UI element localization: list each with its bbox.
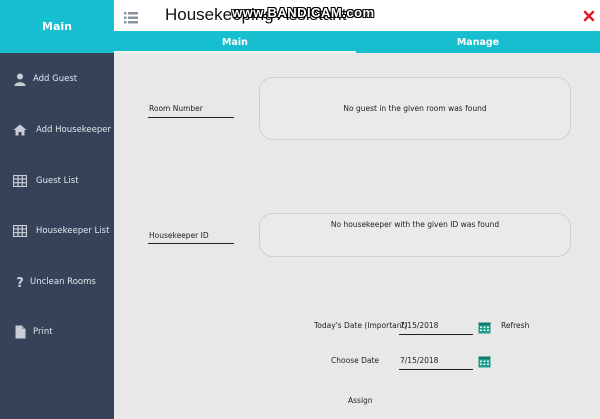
room-number-field[interactable]: Room Number [149,104,203,113]
sidebar-item-label: Add Guest [33,74,78,84]
close-icon[interactable] [583,7,595,22]
sidebar-item-guest-list[interactable]: Guest List [0,166,114,196]
sidebar-item-print[interactable]: Print [0,317,114,347]
housekeeper-result-text: No housekeeper with the given ID was fou… [330,220,500,229]
user-icon [13,72,27,86]
sidebar-item-label: Housekeeper List [36,226,110,236]
document-icon [13,325,27,339]
calendar-icon[interactable] [478,319,491,334]
sidebar-item-add-guest[interactable]: Add Guest [0,64,114,94]
tab-bar: Main Manage [114,31,600,53]
watermark-text: www.BANDICAM.com [232,5,375,20]
guest-result-text: No guest in the given room was found [343,104,487,113]
tab-manage[interactable]: Manage [356,31,600,53]
active-tab-indicator [114,51,356,53]
todays-date-label: Today's Date (Important) [314,321,408,330]
sidebar-item-label: Guest List [36,176,79,186]
sidebar-item-label: Add Housekeeper [36,125,111,135]
sidebar-item-housekeeper-list[interactable]: Housekeeper List [0,216,114,246]
home-icon [13,123,27,137]
list-icon[interactable] [124,9,138,24]
assign-button[interactable]: Assign [348,396,373,405]
sidebar-item-label: Unclean Rooms [30,277,96,287]
choose-date-input[interactable]: 7/15/2018 [400,356,438,365]
sidebar-item-label: Print [33,327,53,337]
sidebar-header: Main [0,0,114,53]
sidebar-item-unclean-rooms[interactable]: ? Unclean Rooms [0,267,114,297]
housekeeper-id-underline [148,243,234,244]
refresh-button[interactable]: Refresh [501,321,529,330]
choose-date-label: Choose Date [331,356,379,365]
todays-date-input[interactable]: 7/15/2018 [400,321,438,330]
table-icon [13,224,27,238]
housekeeper-id-field[interactable]: Housekeeper ID [149,231,209,240]
table-icon [13,174,27,188]
sidebar: Main Add Guest Add Housekeeper Guest Lis… [0,0,114,419]
housekeeper-result-box: No housekeeper with the given ID was fou… [259,213,571,257]
room-number-underline [148,117,234,118]
calendar-icon[interactable] [478,353,491,368]
title-bar: Housekeeping Assistant www.BANDICAM.com [114,0,600,31]
todays-date-underline [399,334,473,335]
guest-result-box: No guest in the given room was found [259,77,571,140]
tab-main[interactable]: Main [114,31,356,53]
question-icon: ? [13,275,27,289]
svg-text:?: ? [16,276,24,289]
choose-date-underline [399,369,473,370]
sidebar-item-add-housekeeper[interactable]: Add Housekeeper [0,115,114,145]
